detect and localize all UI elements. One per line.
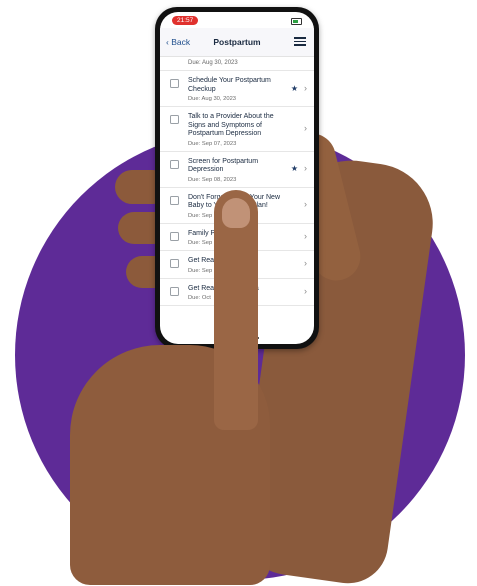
top-due-date: Due: Aug 30, 2023 — [160, 56, 314, 71]
task-checkbox[interactable] — [170, 195, 179, 205]
status-bar: 21:57 — [160, 12, 314, 28]
task-title: Screen for Postpartum Depression — [188, 157, 259, 174]
chevron-right-icon: › — [304, 122, 307, 133]
star-icon[interactable]: ★ — [291, 84, 298, 93]
task-checkbox[interactable] — [170, 231, 179, 241]
task-item[interactable]: Talk to a Provider About the Signs and S… — [160, 107, 314, 152]
task-due-date: Due: Aug 30, 2023 — [188, 96, 237, 102]
task-due-date: Due: Sep 08, 2023 — [188, 176, 237, 183]
chevron-right-icon: › — [304, 285, 307, 296]
task-title: Talk to a Provider About the Signs and S… — [188, 113, 274, 137]
task-checkbox[interactable] — [170, 259, 179, 268]
task-checkbox[interactable] — [170, 115, 179, 124]
status-time: 21:57 — [172, 16, 199, 25]
task-title: Schedule Your Postpartum Checkup — [188, 77, 271, 93]
nav-bar: ‹ Back Postpartum — [160, 28, 314, 57]
checklist-icon[interactable] — [294, 36, 306, 46]
fingernail — [222, 198, 250, 228]
task-checkbox[interactable] — [170, 79, 179, 88]
chevron-right-icon: › — [304, 258, 307, 269]
task-checkbox[interactable] — [170, 286, 179, 296]
star-icon[interactable]: ★ — [291, 164, 298, 173]
chevron-right-icon: › — [304, 82, 307, 93]
page-title: Postpartum — [213, 37, 261, 47]
chevron-right-icon: › — [304, 230, 307, 241]
task-due-date: Due: Sep 07, 2023 — [188, 140, 237, 147]
task-item[interactable]: Screen for Postpartum Depression Due: Sep… — [160, 152, 314, 188]
chevron-right-icon: › — [304, 163, 307, 173]
task-item[interactable]: Schedule Your Postpartum Checkup Due: Aug… — [160, 71, 314, 107]
task-checkbox[interactable] — [170, 159, 179, 169]
stage: 21:57 ‹ Back Postpartum Due: Aug 30, 202… — [0, 0, 477, 586]
battery-icon — [291, 18, 302, 25]
chevron-right-icon: › — [304, 199, 307, 209]
